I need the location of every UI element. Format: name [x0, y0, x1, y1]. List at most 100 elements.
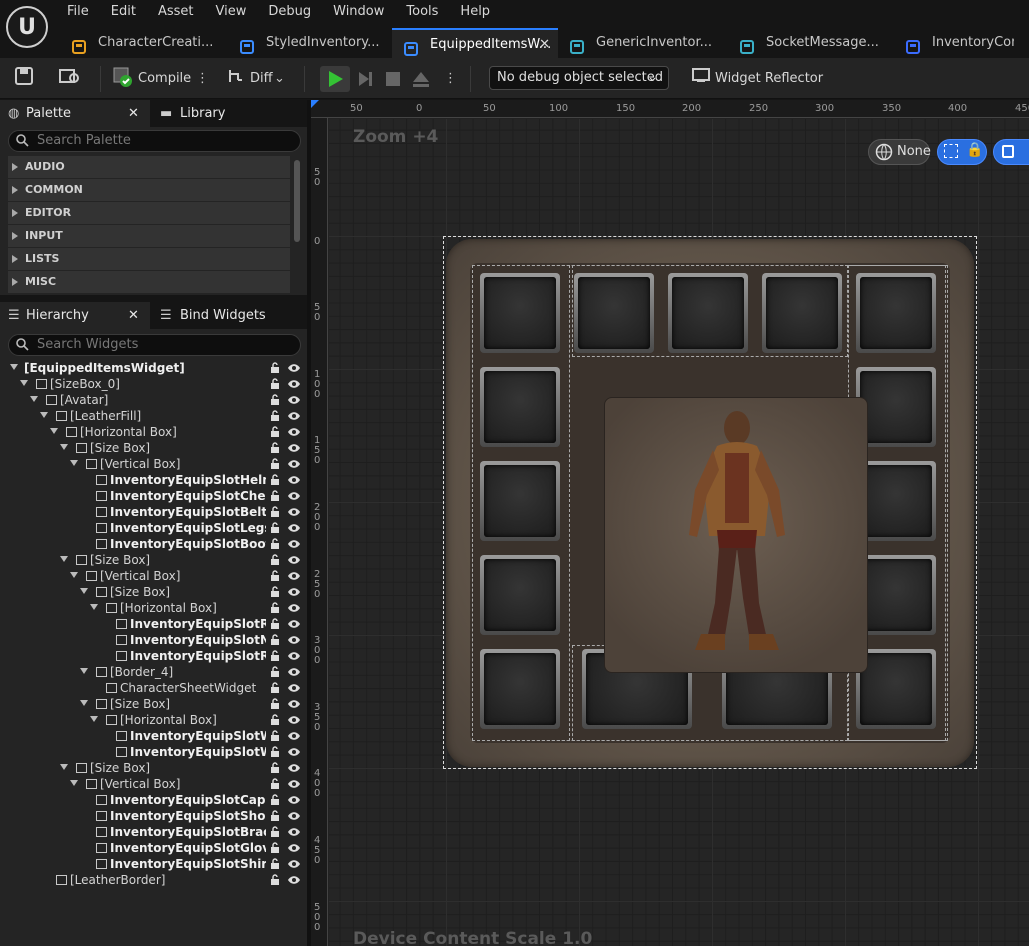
expand-arrow-icon[interactable] — [10, 364, 18, 370]
unlock-icon[interactable] — [270, 746, 280, 757]
unlock-icon[interactable] — [270, 794, 280, 805]
palette-scrollbar[interactable] — [294, 160, 300, 242]
close-icon[interactable]: ✕ — [128, 302, 139, 329]
visibility-eye-icon[interactable] — [287, 427, 301, 437]
stop-icon[interactable] — [383, 66, 403, 92]
visibility-eye-icon[interactable] — [287, 363, 301, 373]
visibility-eye-icon[interactable] — [287, 571, 301, 581]
expand-arrow-icon[interactable] — [60, 556, 68, 562]
visibility-eye-icon[interactable] — [287, 395, 301, 405]
unlock-icon[interactable] — [270, 714, 280, 725]
hierarchy-row[interactable]: [Horizontal Box] — [0, 712, 306, 728]
expand-arrow-icon[interactable] — [30, 396, 38, 402]
hierarchy-row[interactable]: InventoryEquipSlotBelt — [0, 504, 306, 520]
unlock-icon[interactable] — [270, 474, 280, 485]
tab-palette[interactable]: ◍ Palette ✕ — [0, 100, 150, 127]
menu-item-asset[interactable]: Asset — [147, 3, 205, 21]
tab-document-1[interactable]: StyledInventory... — [228, 28, 392, 58]
unlock-icon[interactable] — [270, 442, 280, 453]
hierarchy-row[interactable]: InventoryEquipSlotLegs — [0, 520, 306, 536]
visibility-eye-icon[interactable] — [287, 555, 301, 565]
unlock-icon[interactable] — [270, 362, 280, 373]
hierarchy-row[interactable]: [LeatherBorder] — [0, 872, 306, 888]
hierarchy-row[interactable]: CharacterSheetWidget — [0, 680, 306, 696]
character-sheet-widget[interactable] — [604, 397, 868, 673]
menu-item-view[interactable]: View — [205, 3, 258, 21]
tab-bind-widgets[interactable]: ☰ Bind Widgets — [154, 302, 304, 329]
tab-document-2[interactable]: EquippedItemsW... ✕ — [392, 28, 558, 58]
unlock-icon[interactable] — [270, 650, 280, 661]
unlock-icon[interactable] — [270, 858, 280, 869]
hierarchy-row[interactable]: [Horizontal Box] — [0, 600, 306, 616]
unlock-icon[interactable] — [270, 458, 280, 469]
expand-arrow-icon[interactable] — [90, 604, 98, 610]
menu-item-edit[interactable]: Edit — [100, 3, 147, 21]
unlock-icon[interactable] — [270, 522, 280, 533]
expand-arrow-icon[interactable] — [40, 412, 48, 418]
visibility-eye-icon[interactable] — [287, 859, 301, 869]
unlock-icon[interactable] — [270, 762, 280, 773]
hierarchy-row[interactable]: [Border_4] — [0, 664, 306, 680]
hierarchy-row[interactable]: [Vertical Box] — [0, 568, 306, 584]
hierarchy-row[interactable]: [Vertical Box] — [0, 776, 306, 792]
palette-category-misc[interactable]: MISC — [8, 271, 290, 293]
unlock-icon[interactable] — [270, 634, 280, 645]
visibility-eye-icon[interactable] — [287, 475, 301, 485]
unreal-logo-icon[interactable]: U — [6, 6, 48, 48]
visibility-eye-icon[interactable] — [287, 683, 301, 693]
diff-button[interactable]: Diff — [250, 66, 273, 92]
hierarchy-row[interactable]: [Avatar] — [0, 392, 306, 408]
palette-category-editor[interactable]: EDITOR — [8, 202, 290, 224]
tab-hierarchy[interactable]: ☰ Hierarchy ✕ — [0, 302, 150, 329]
palette-category-audio[interactable]: AUDIO — [8, 156, 290, 178]
hierarchy-row[interactable]: InventoryEquipSlotWea — [0, 728, 306, 744]
visibility-eye-icon[interactable] — [287, 779, 301, 789]
step-icon[interactable] — [354, 66, 376, 92]
hierarchy-row[interactable]: InventoryEquipSlotWea — [0, 744, 306, 760]
hierarchy-row[interactable]: [Horizontal Box] — [0, 424, 306, 440]
close-icon[interactable]: ✕ — [539, 30, 550, 58]
visibility-eye-icon[interactable] — [287, 603, 301, 613]
unlock-icon[interactable] — [270, 698, 280, 709]
expand-arrow-icon[interactable] — [20, 380, 28, 386]
menu-item-debug[interactable]: Debug — [257, 3, 322, 21]
unlock-icon[interactable] — [270, 554, 280, 565]
close-icon[interactable]: ✕ — [128, 100, 139, 127]
unlock-icon[interactable] — [270, 410, 280, 421]
unlock-icon[interactable] — [270, 666, 280, 677]
visibility-eye-icon[interactable] — [287, 379, 301, 389]
visibility-eye-icon[interactable] — [287, 491, 301, 501]
unlock-icon[interactable] — [270, 730, 280, 741]
hierarchy-row[interactable]: [LeatherFill] — [0, 408, 306, 424]
visibility-eye-icon[interactable] — [287, 523, 301, 533]
unlock-icon[interactable] — [270, 538, 280, 549]
visibility-eye-icon[interactable] — [287, 587, 301, 597]
unlock-icon[interactable] — [270, 426, 280, 437]
compile-button[interactable]: Compile — [138, 66, 191, 92]
layout-mode-toggle[interactable]: 🔒 — [937, 139, 987, 165]
unlock-icon[interactable] — [270, 842, 280, 853]
expand-arrow-icon[interactable] — [50, 428, 58, 434]
expand-arrow-icon[interactable] — [90, 716, 98, 722]
hierarchy-row[interactable]: InventoryEquipSlotGloves — [0, 840, 306, 856]
visibility-eye-icon[interactable] — [287, 699, 301, 709]
hierarchy-row[interactable]: [Size Box] — [0, 584, 306, 600]
visibility-eye-icon[interactable] — [287, 539, 301, 549]
tab-document-5[interactable]: InventoryCompo — [894, 28, 1014, 58]
unlock-icon[interactable] — [270, 602, 280, 613]
hierarchy-row[interactable]: InventoryEquipSlotShirt — [0, 856, 306, 872]
debug-object-select[interactable]: No debug object selected ⌄ — [489, 66, 669, 90]
unlock-icon[interactable] — [270, 682, 280, 693]
expand-arrow-icon[interactable] — [70, 460, 78, 466]
hierarchy-row[interactable]: InventoryEquipSlotBoots — [0, 536, 306, 552]
widget-reflector-button[interactable]: Widget Reflector — [715, 66, 823, 92]
hierarchy-row[interactable]: [Size Box] — [0, 760, 306, 776]
unlock-icon[interactable] — [270, 586, 280, 597]
hierarchy-row[interactable]: InventoryEquipSlotBracers — [0, 824, 306, 840]
compile-options-icon[interactable]: ⋮ — [196, 66, 209, 92]
localization-button[interactable]: None — [868, 139, 931, 165]
play-options-icon[interactable]: ⋮ — [444, 66, 457, 92]
hierarchy-row[interactable]: [Size Box] — [0, 440, 306, 456]
tab-document-3[interactable]: GenericInventor... — [558, 28, 728, 58]
unlock-icon[interactable] — [270, 810, 280, 821]
